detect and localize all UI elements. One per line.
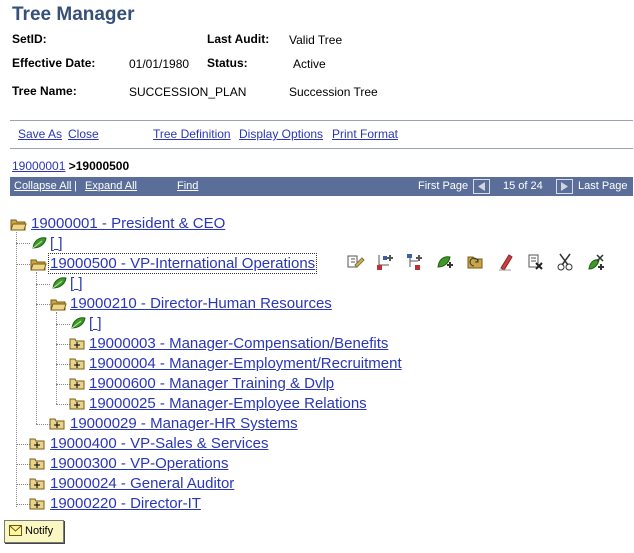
tree-node-19000004[interactable]: 19000004 - Manager-Employment/Recruitmen… xyxy=(89,355,402,372)
folder-closed-plus-icon[interactable] xyxy=(29,458,45,470)
arrow-right-icon xyxy=(561,182,568,191)
first-page-label: First Page xyxy=(418,180,469,192)
tree-node-19000029[interactable]: 19000029 - Manager-HR Systems xyxy=(70,415,298,432)
tree-node-19000300[interactable]: 19000300 - VP-Operations xyxy=(50,455,228,472)
divider xyxy=(10,148,633,149)
tree-leaf-detail[interactable]: [ ] xyxy=(50,235,63,252)
page-info: 15 of 24 xyxy=(503,180,543,192)
tree-node-19000024[interactable]: 19000024 - General Auditor xyxy=(50,475,234,492)
status-value: Active xyxy=(293,57,326,71)
print-format-link[interactable]: Print Format xyxy=(332,127,398,141)
last-audit-value: Valid Tree xyxy=(289,33,343,47)
breadcrumb-parent-link[interactable]: 19000001 xyxy=(12,159,65,173)
tree-name-label: Tree Name: xyxy=(12,84,77,98)
edit-data-icon[interactable] xyxy=(347,253,365,271)
notify-button[interactable]: Notify xyxy=(4,520,64,543)
tree-node-19000500[interactable]: 19000500 - VP-International Operations xyxy=(47,253,318,274)
insert-child-icon[interactable] xyxy=(405,253,423,271)
leaf-icon[interactable] xyxy=(70,316,86,330)
page-title: Tree Manager xyxy=(12,4,135,25)
folder-closed-plus-icon[interactable] xyxy=(69,398,85,410)
folder-closed-plus-icon[interactable] xyxy=(69,378,85,390)
last-page-link[interactable]: Last Page xyxy=(578,180,628,192)
find-link[interactable]: Find xyxy=(177,180,198,192)
edit-detail-icon[interactable] xyxy=(497,253,515,271)
tree-navigation-bar: Collapse All | Expand All Find First Pag… xyxy=(10,177,633,196)
effective-date-value: 01/01/1980 xyxy=(129,57,190,71)
expand-all-link[interactable]: Expand All xyxy=(85,180,137,192)
next-page-button[interactable] xyxy=(556,179,573,194)
tree-node-19000220[interactable]: 19000220 - Director-IT xyxy=(50,495,201,512)
collapse-all-link[interactable]: Collapse All xyxy=(14,180,71,192)
last-audit-label: Last Audit: xyxy=(207,32,270,46)
previous-page-button[interactable] xyxy=(473,179,490,194)
notify-label: Notify xyxy=(25,525,54,537)
insert-sibling-icon[interactable] xyxy=(376,253,394,271)
move-node-icon[interactable] xyxy=(466,253,484,271)
setid-label: SetID: xyxy=(12,32,47,46)
folder-closed-plus-icon[interactable] xyxy=(69,338,85,350)
breadcrumb-separator: > xyxy=(68,159,76,173)
folder-open-icon[interactable] xyxy=(50,297,68,311)
leaf-icon[interactable] xyxy=(31,236,47,250)
tree-description: Succession Tree xyxy=(289,85,378,99)
tree-name-value: SUCCESSION_PLAN xyxy=(129,85,247,99)
tree-definition-link[interactable]: Tree Definition xyxy=(153,127,231,141)
cut-icon[interactable] xyxy=(556,253,574,271)
tree-node-19000025[interactable]: 19000025 - Manager-Employee Relations xyxy=(89,395,367,412)
tree-node-19000001[interactable]: 19000001 - President & CEO xyxy=(31,215,225,232)
folder-closed-plus-icon[interactable] xyxy=(29,478,45,490)
tree-node-19000400[interactable]: 19000400 - VP-Sales & Services xyxy=(50,435,268,452)
breadcrumb-current: 19000500 xyxy=(75,159,130,173)
folder-closed-plus-icon[interactable] xyxy=(29,498,45,510)
tree-node-19000600[interactable]: 19000600 - Manager Training & Dvlp xyxy=(89,375,334,392)
tree-node-19000003[interactable]: 19000003 - Manager-Compensation/Benefits xyxy=(89,335,388,352)
insert-detail-icon[interactable] xyxy=(436,253,454,271)
folder-closed-plus-icon[interactable] xyxy=(69,358,85,370)
leaf-icon[interactable] xyxy=(51,276,67,290)
paste-icon[interactable] xyxy=(587,253,605,271)
close-link[interactable]: Close xyxy=(68,127,99,141)
toolbar-divider: | xyxy=(74,180,77,192)
arrow-left-icon xyxy=(478,182,485,191)
display-options-link[interactable]: Display Options xyxy=(239,127,323,141)
envelope-icon xyxy=(9,525,22,536)
status-label: Status: xyxy=(207,56,248,70)
tree-leaf-detail[interactable]: [ ] xyxy=(89,315,102,332)
folder-open-icon[interactable] xyxy=(30,257,48,271)
folder-closed-plus-icon[interactable] xyxy=(29,438,45,450)
tree-node-19000210[interactable]: 19000210 - Director-Human Resources xyxy=(70,295,332,312)
folder-closed-plus-icon[interactable] xyxy=(49,418,65,430)
delete-icon[interactable] xyxy=(527,253,545,271)
divider xyxy=(10,120,633,121)
folder-open-icon[interactable] xyxy=(10,217,28,231)
tree-leaf-detail[interactable]: [ ] xyxy=(70,275,83,292)
effective-date-label: Effective Date: xyxy=(12,56,96,70)
breadcrumb: 19000001 >19000500 xyxy=(12,159,129,173)
save-as-link[interactable]: Save As xyxy=(18,127,62,141)
